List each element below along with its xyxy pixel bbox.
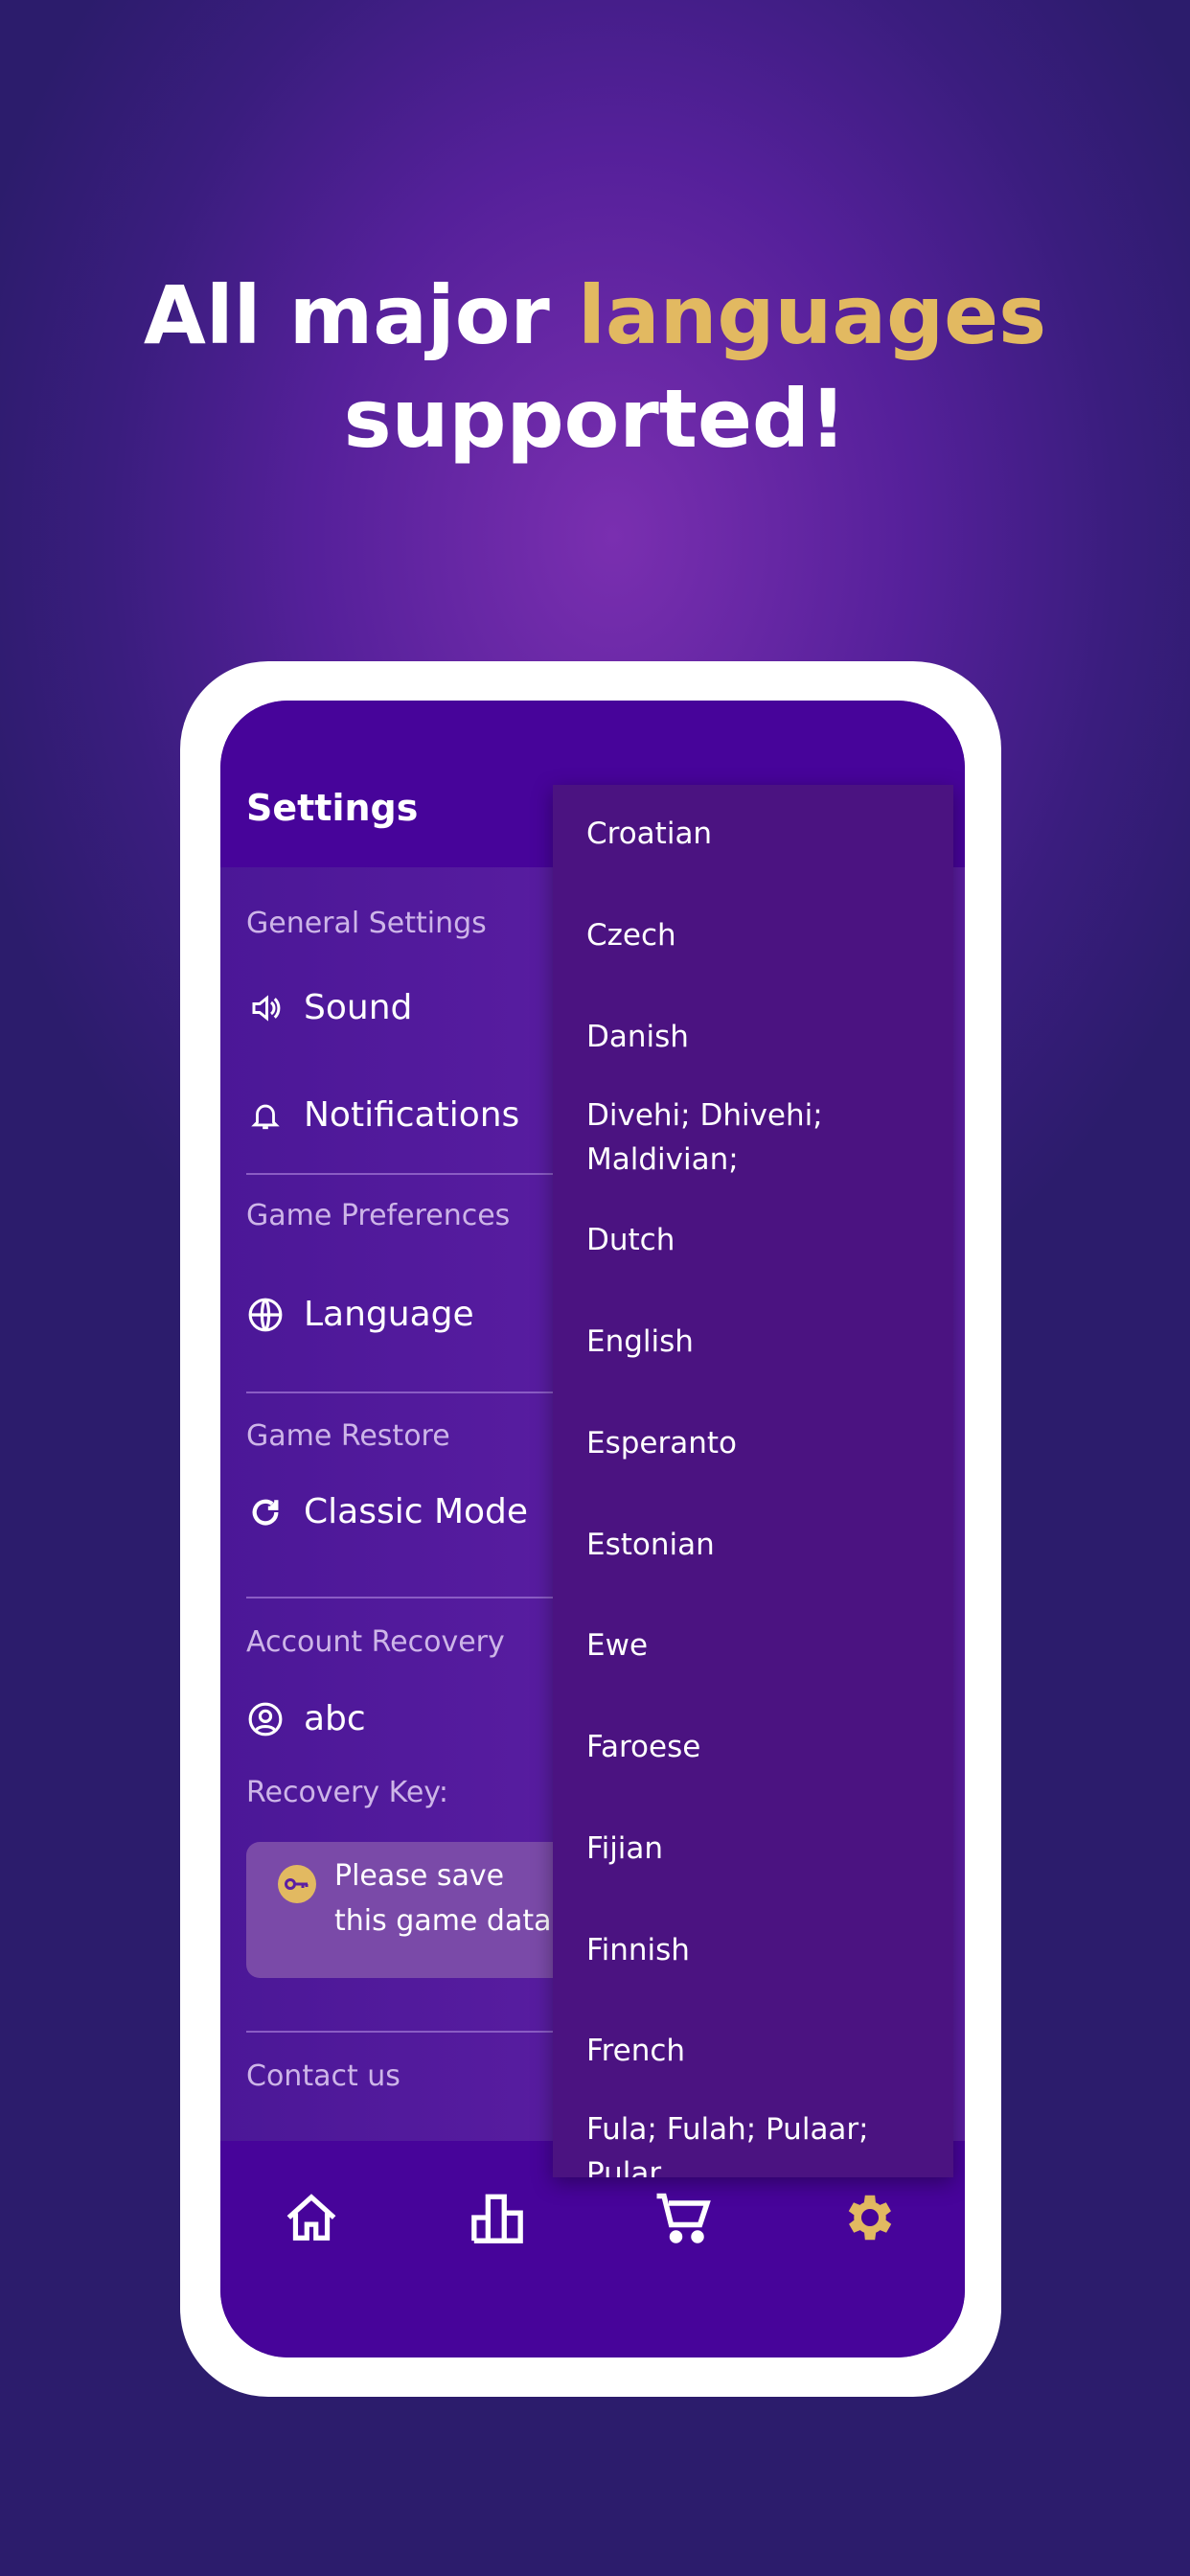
language-row[interactable]: Language bbox=[246, 1295, 474, 1334]
account-row: abc bbox=[246, 1699, 366, 1738]
language-option[interactable]: Fijian bbox=[586, 1827, 912, 1871]
bell-icon bbox=[246, 1096, 285, 1135]
language-option[interactable]: Faroese bbox=[586, 1725, 912, 1769]
speaker-icon bbox=[246, 989, 285, 1027]
cart-icon bbox=[656, 2193, 711, 2243]
recovery-key-notice: Please save this game data in t bbox=[334, 1859, 552, 1938]
language-option[interactable]: Divehi; Dhivehi; Maldivian; bbox=[586, 1093, 912, 1182]
section-contact: Contact us bbox=[246, 2059, 400, 2093]
divider bbox=[246, 1597, 562, 1598]
language-option[interactable]: Finnish bbox=[586, 1928, 912, 1972]
nav-leaderboard[interactable] bbox=[464, 2184, 531, 2251]
classic-mode-label: Classic Mode bbox=[304, 1492, 529, 1531]
username: abc bbox=[304, 1699, 366, 1738]
account-icon bbox=[246, 1700, 285, 1738]
home-icon bbox=[286, 2194, 336, 2241]
language-option[interactable]: Czech bbox=[586, 913, 912, 957]
headline: All major languages supported! bbox=[0, 264, 1190, 471]
divider bbox=[246, 1173, 562, 1175]
sound-row[interactable]: Sound bbox=[246, 988, 412, 1027]
language-option[interactable]: Croatian bbox=[586, 812, 912, 856]
divider bbox=[246, 1392, 562, 1393]
language-option[interactable]: Ewe bbox=[586, 1623, 912, 1668]
recovery-key-label: Recovery Key: bbox=[246, 1776, 448, 1809]
language-option[interactable]: Estonian bbox=[586, 1523, 912, 1567]
language-option[interactable]: French bbox=[586, 2029, 912, 2073]
sound-label: Sound bbox=[304, 988, 413, 1027]
section-recovery: Account Recovery bbox=[246, 1625, 505, 1659]
notifications-label: Notifications bbox=[304, 1095, 520, 1135]
notifications-row[interactable]: Notifications bbox=[246, 1095, 519, 1135]
headline-highlight: languages bbox=[578, 268, 1047, 362]
language-option[interactable]: Danish bbox=[586, 1015, 912, 1059]
globe-icon bbox=[246, 1296, 285, 1334]
section-restore: Game Restore bbox=[246, 1419, 450, 1453]
classic-mode-row[interactable]: Classic Mode bbox=[246, 1492, 528, 1531]
language-option[interactable]: English bbox=[586, 1320, 912, 1364]
gear-icon bbox=[848, 2195, 892, 2241]
section-general: General Settings bbox=[246, 907, 487, 940]
language-dropdown[interactable]: Croatian Czech Danish Divehi; Dhivehi; Mald… bbox=[553, 785, 953, 2177]
key-icon bbox=[278, 1865, 316, 1903]
nav-cart[interactable] bbox=[650, 2184, 717, 2251]
nav-settings[interactable] bbox=[836, 2184, 904, 2251]
language-option[interactable]: Dutch bbox=[586, 1218, 912, 1262]
refresh-icon bbox=[246, 1493, 285, 1531]
nav-home[interactable] bbox=[278, 2184, 345, 2251]
language-label: Language bbox=[304, 1295, 474, 1334]
divider bbox=[246, 2031, 562, 2033]
phone-screen: Settings General Settings Sound Notifica… bbox=[220, 701, 965, 2358]
leaderboard-icon bbox=[471, 2194, 523, 2243]
headline-text: All major bbox=[143, 268, 579, 362]
language-option[interactable]: Esperanto bbox=[586, 1421, 912, 1465]
section-preferences: Game Preferences bbox=[246, 1199, 511, 1232]
page-title: Settings bbox=[246, 787, 419, 829]
language-option[interactable]: Fula; Fulah; Pulaar; Pular bbox=[586, 2107, 912, 2177]
headline-text-2: supported! bbox=[343, 372, 847, 466]
